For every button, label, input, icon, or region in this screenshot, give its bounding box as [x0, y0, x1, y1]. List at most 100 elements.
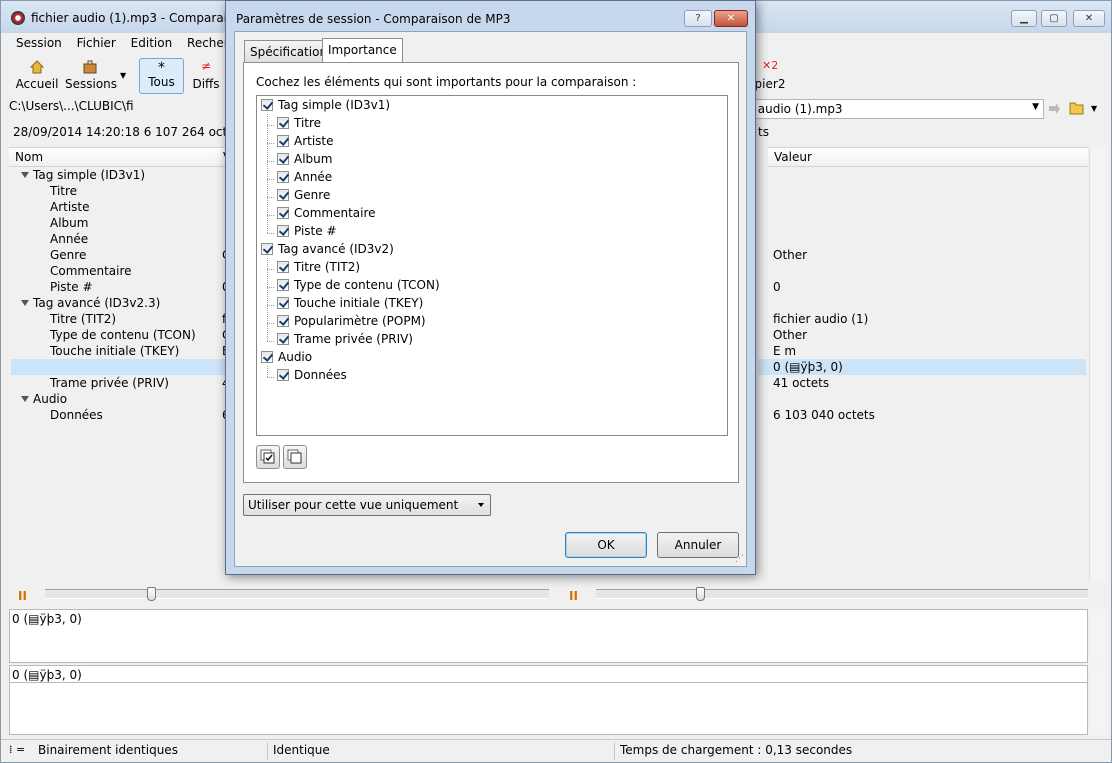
- checkbox[interactable]: [277, 117, 289, 129]
- tree-row[interactable]: Type de contenu (TCON): [21, 327, 226, 343]
- expand-triangle-icon[interactable]: [21, 300, 29, 306]
- tree-row[interactable]: Album: [21, 215, 226, 231]
- checkbox[interactable]: [277, 261, 289, 273]
- checklist-item[interactable]: Touche initiale (TKEY): [277, 296, 423, 314]
- go-icon[interactable]: [1047, 102, 1061, 116]
- help-button[interactable]: ?: [684, 10, 712, 27]
- maximize-button[interactable]: ▢: [1041, 10, 1067, 27]
- checkbox[interactable]: [277, 315, 289, 327]
- detail-scrollbar-2[interactable]: [1089, 665, 1105, 735]
- copier2-button[interactable]: ✕2 pier2: [753, 59, 787, 91]
- checkbox[interactable]: [277, 153, 289, 165]
- tree-row[interactable]: Touche initiale (TKEY): [21, 343, 226, 359]
- checkbox[interactable]: [261, 243, 273, 255]
- checklist-item[interactable]: Tag simple (ID3v1): [261, 98, 390, 116]
- checkbox[interactable]: [261, 99, 273, 111]
- checkbox[interactable]: [277, 189, 289, 201]
- copier2-label: pier2: [754, 77, 786, 91]
- menu-fichier[interactable]: Fichier: [77, 33, 116, 50]
- detail-scrollbar-1[interactable]: [1089, 609, 1105, 663]
- tree-row[interactable]: Artiste: [21, 199, 226, 215]
- expand-triangle-icon[interactable]: [21, 396, 29, 402]
- checklist-item[interactable]: Titre: [277, 116, 321, 134]
- tous-button[interactable]: * Tous: [139, 58, 184, 94]
- path-dropdown-icon[interactable]: ▼: [1032, 102, 1039, 112]
- right-slider-thumb[interactable]: [696, 587, 705, 601]
- tree-row[interactable]: Commentaire: [21, 263, 226, 279]
- checkbox[interactable]: [277, 135, 289, 147]
- checkbox[interactable]: [277, 369, 289, 381]
- checkbox[interactable]: [261, 351, 273, 363]
- ok-button[interactable]: OK: [565, 532, 647, 558]
- tree-row[interactable]: Titre (TIT2): [21, 311, 226, 327]
- checklist-item[interactable]: Commentaire: [277, 206, 376, 224]
- tree-row[interactable]: Données: [21, 407, 226, 423]
- sessions-button[interactable]: Sessions: [65, 59, 117, 91]
- checklist-item[interactable]: Artiste: [277, 134, 334, 152]
- right-slider[interactable]: [596, 589, 1088, 599]
- checklist-item[interactable]: Audio: [261, 350, 312, 368]
- scope-select-value: Utiliser pour cette vue uniquement: [248, 498, 459, 512]
- checkbox[interactable]: [277, 333, 289, 345]
- checklist-item[interactable]: Popularimètre (POPM): [277, 314, 426, 332]
- sessions-dropdown-icon[interactable]: ▼: [120, 71, 126, 80]
- tree-row[interactable]: Titre: [21, 183, 226, 199]
- left-path[interactable]: C:\Users\...\CLUBIC\fi: [9, 99, 134, 119]
- checklist-item[interactable]: Album: [277, 152, 332, 170]
- tree-row[interactable]: Année: [21, 231, 226, 247]
- folder-dropdown-icon[interactable]: ▼: [1091, 104, 1097, 113]
- checkbox[interactable]: [277, 207, 289, 219]
- expand-triangle-icon[interactable]: [21, 172, 29, 178]
- tree-row[interactable]: Audio: [21, 391, 226, 407]
- checklist-item[interactable]: Tag avancé (ID3v2): [261, 242, 394, 260]
- checkbox[interactable]: [277, 171, 289, 183]
- cancel-button[interactable]: Annuler: [657, 532, 739, 558]
- left-slider[interactable]: [45, 589, 549, 599]
- checklist-item[interactable]: Année: [277, 170, 332, 188]
- tree-row[interactable]: Genre: [21, 247, 226, 263]
- tree-row[interactable]: Tag simple (ID3v1): [21, 167, 226, 183]
- menu-edition[interactable]: Edition: [131, 33, 173, 50]
- right-path-field[interactable]: r audio (1).mp3 ▼: [746, 99, 1044, 119]
- tree-row-label: Album: [50, 216, 89, 230]
- folder-open-icon[interactable]: [1069, 101, 1085, 115]
- right-scrollbar[interactable]: [1089, 147, 1105, 581]
- checkbox[interactable]: [277, 297, 289, 309]
- right-value-cell: [773, 391, 1083, 407]
- tree-row-label: Genre: [50, 248, 87, 262]
- tree-row-label: Tag simple (ID3v1): [33, 168, 146, 182]
- checkbox[interactable]: [277, 225, 289, 237]
- tree-row[interactable]: Trame privée (PRIV): [21, 375, 226, 391]
- accueil-button[interactable]: Accueil: [15, 59, 59, 91]
- status-separator: [614, 742, 615, 760]
- checklist-item-label: Audio: [278, 350, 313, 364]
- menu-session[interactable]: Session: [16, 33, 62, 50]
- tab-specification[interactable]: Spécification: [244, 40, 334, 62]
- diffs-button[interactable]: ≠ Diffs: [189, 59, 223, 91]
- checklist-item[interactable]: Genre: [277, 188, 330, 206]
- left-slider-thumb[interactable]: [147, 587, 156, 601]
- checklist-item[interactable]: Titre (TIT2): [277, 260, 360, 278]
- left-col-nom[interactable]: Nom: [9, 147, 227, 167]
- close-window-button[interactable]: ✕: [1073, 10, 1105, 27]
- checklist-item[interactable]: Trame privée (PRIV): [277, 332, 413, 350]
- minimize-button[interactable]: ▁: [1011, 10, 1037, 27]
- importance-checklist: Tag simple (ID3v1) Titre Artiste Album Année…: [256, 95, 728, 436]
- uncheck-all-button[interactable]: [283, 445, 307, 469]
- checklist-item[interactable]: Piste #: [277, 224, 337, 242]
- checklist-item-label: Touche initiale (TKEY): [294, 296, 424, 310]
- checklist-item[interactable]: Type de contenu (TCON): [277, 278, 440, 296]
- right-pause-icon[interactable]: II: [569, 589, 578, 603]
- scope-select[interactable]: Utiliser pour cette vue uniquement: [243, 494, 491, 516]
- dialog-close-button[interactable]: ✕: [714, 10, 748, 27]
- left-pause-icon[interactable]: II: [18, 589, 27, 603]
- checklist-item[interactable]: Données: [277, 368, 347, 386]
- right-col-valeur[interactable]: Valeur: [768, 147, 1088, 167]
- check-all-button[interactable]: [256, 445, 280, 469]
- tab-importance[interactable]: Importance: [322, 38, 403, 63]
- tree-row-label: Données: [50, 408, 103, 422]
- tree-row[interactable]: Piste #: [21, 279, 226, 295]
- checkbox[interactable]: [277, 279, 289, 291]
- tree-row[interactable]: Tag avancé (ID3v2.3): [21, 295, 226, 311]
- resize-grip-icon[interactable]: ⋰: [735, 554, 744, 564]
